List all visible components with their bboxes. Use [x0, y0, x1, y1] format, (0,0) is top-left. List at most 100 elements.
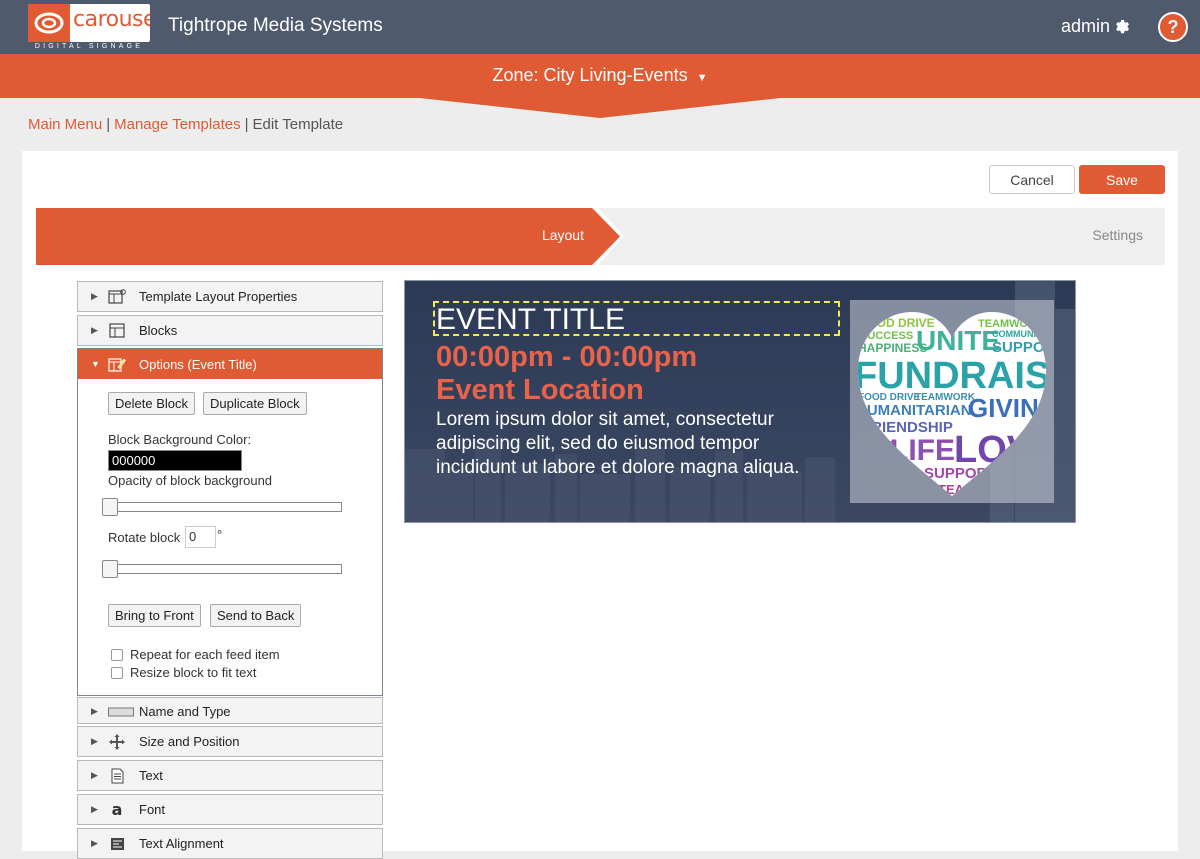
caret-down-icon: ▼ — [696, 72, 708, 84]
event-description-block[interactable]: Lorem ipsum dolor sit amet, consectetur … — [436, 408, 836, 480]
caret-right-icon: ▶ — [91, 736, 98, 746]
opacity-slider-thumb[interactable] — [102, 498, 118, 516]
breadcrumb-current: Edit Template — [252, 116, 344, 133]
rotate-slider[interactable] — [102, 560, 342, 578]
carousel-logo[interactable]: carousel DIGITAL SIGNAGE — [28, 4, 150, 52]
top-bar: carousel DIGITAL SIGNAGE Tightrope Media… — [0, 0, 1200, 54]
degree-symbol: ° — [217, 527, 223, 542]
heart-word-cloud-image[interactable]: GOOD DRIVE TEAMWORK SUCCESS UNITE COMMUN… — [850, 300, 1054, 503]
accordion-text[interactable]: ▶ Text — [77, 760, 383, 791]
opacity-slider[interactable] — [102, 498, 342, 516]
caret-right-icon: ▶ — [91, 838, 98, 848]
accordion-label: Blocks — [139, 323, 178, 338]
breadcrumb-main-menu[interactable]: Main Menu — [28, 116, 102, 133]
help-button[interactable]: ? — [1158, 12, 1188, 42]
repeat-label: Repeat for each feed item — [130, 647, 280, 662]
text-alignment-icon — [107, 835, 127, 853]
duplicate-block-button[interactable]: Duplicate Block — [203, 392, 307, 415]
rotate-slider-thumb[interactable] — [102, 560, 118, 578]
opacity-label: Opacity of block background — [108, 473, 273, 488]
accordion-font[interactable]: ▶ a Font — [77, 794, 383, 825]
edit-block-icon — [107, 355, 127, 373]
user-menu[interactable]: admin — [1061, 16, 1131, 37]
accordion-name-and-type[interactable]: ▶ Name and Type — [77, 697, 383, 724]
accordion-header[interactable]: ▶ a Font — [78, 795, 382, 824]
step-layout-label: Layout — [541, 227, 584, 243]
accordion-header[interactable]: ▶ Size and Position — [78, 727, 382, 756]
options-body: Delete Block Duplicate Block Block Backg… — [78, 379, 382, 695]
event-location-block[interactable]: Event Location — [436, 374, 644, 407]
word-cloud-word: GIVING — [968, 393, 1054, 423]
caret-right-icon: ▶ — [91, 291, 98, 301]
caret-right-icon: ▶ — [91, 804, 98, 814]
accordion-header[interactable]: ▶ Name and Type — [78, 698, 382, 725]
gear-icon — [1116, 19, 1130, 34]
bg-color-field[interactable]: 000000 — [108, 450, 242, 471]
breadcrumb-manage-templates[interactable]: Manage Templates — [114, 116, 240, 133]
accordion-options[interactable]: ▼ Options (Event Title) Delete Block Dup… — [77, 348, 383, 696]
caret-down-icon: ▼ — [91, 359, 100, 369]
word-cloud-word: HAPPINESS — [858, 341, 927, 355]
accordion-header[interactable]: ▶ Text Alignment — [78, 829, 382, 858]
company-name: Tightrope Media Systems — [168, 15, 383, 36]
breadcrumb: Main Menu | Manage Templates | Edit Template — [28, 116, 343, 133]
event-title-block[interactable]: EVENT TITLE — [436, 303, 625, 337]
repeat-checkbox[interactable]: Repeat for each feed item — [111, 647, 280, 662]
editor-panel: Cancel Save Layout Settings ▶ Template L… — [22, 151, 1178, 859]
word-cloud-word: COMMUNITY — [992, 329, 1048, 339]
logo-swirl-icon — [28, 4, 70, 42]
breadcrumb-separator: | — [106, 116, 111, 133]
accordion-label: Text Alignment — [139, 836, 224, 851]
word-cloud-word: SUPPORT — [924, 465, 997, 482]
checkbox-box[interactable] — [111, 648, 123, 661]
word-cloud-word: HUMANITARIAN — [856, 402, 972, 419]
bring-to-front-button[interactable]: Bring to Front — [108, 604, 201, 627]
template-preview-canvas[interactable]: EVENT TITLE 00:00pm - 00:00pm Event Loca… — [404, 280, 1076, 523]
resize-checkbox[interactable]: Resize block to fit text — [111, 665, 256, 680]
accordion-size-and-position[interactable]: ▶ Size and Position — [77, 726, 383, 757]
text-document-icon — [107, 767, 127, 785]
accordion-text-alignment[interactable]: ▶ Text Alignment — [77, 828, 383, 859]
breadcrumb-separator: | — [244, 116, 249, 133]
logo-wordmark: carousel — [73, 7, 150, 32]
zone-selector[interactable]: Zone: City Living-Events ▼ — [0, 65, 1200, 86]
word-cloud-word: LIFE — [890, 434, 955, 467]
logo-tagline: DIGITAL SIGNAGE — [34, 43, 144, 50]
accordion-header[interactable]: ▶ Template Layout Properties — [78, 282, 382, 311]
blocks-icon — [107, 322, 127, 340]
cancel-button[interactable]: Cancel — [989, 165, 1075, 194]
bg-color-label: Block Background Color: — [108, 432, 252, 447]
rotate-label: Rotate block — [108, 530, 181, 545]
send-to-back-button[interactable]: Send to Back — [210, 604, 302, 627]
font-icon: a — [111, 800, 123, 819]
accordion-label: Template Layout Properties — [139, 289, 298, 304]
accordion-label: Text — [139, 768, 163, 783]
accordion-header[interactable]: ▶ Blocks — [78, 316, 382, 345]
step-layout[interactable]: Layout — [36, 208, 620, 265]
name-field-icon — [107, 703, 135, 721]
checkbox-box[interactable] — [111, 666, 123, 679]
word-cloud-word: SUPPORT — [992, 339, 1054, 356]
template-properties-icon — [107, 288, 127, 306]
zone-band: Zone: City Living-Events ▼ — [0, 54, 1200, 120]
accordion-header[interactable]: ▼ Options (Event Title) — [78, 349, 382, 379]
word-cloud-word: FUNDRAISER — [854, 355, 1054, 397]
step-separator — [596, 208, 625, 265]
logo-box: carousel — [28, 4, 150, 42]
save-button[interactable]: Save — [1079, 165, 1165, 194]
caret-right-icon: ▶ — [91, 325, 98, 335]
rotate-input[interactable]: 0 — [185, 526, 216, 548]
accordion-label: Name and Type — [139, 704, 231, 719]
resize-label: Resize block to fit text — [130, 665, 257, 680]
accordion-template-layout-properties[interactable]: ▶ Template Layout Properties — [77, 281, 383, 312]
event-time-block[interactable]: 00:00pm - 00:00pm — [436, 341, 697, 374]
move-icon — [107, 733, 127, 751]
caret-right-icon: ▶ — [91, 706, 98, 716]
accordion-label: Options (Event Title) — [139, 356, 257, 372]
delete-block-button[interactable]: Delete Block — [108, 392, 195, 415]
accordion-blocks[interactable]: ▶ Blocks — [77, 315, 383, 346]
step-settings[interactable]: Settings — [1092, 227, 1143, 243]
accordion-label: Font — [139, 802, 166, 817]
caret-right-icon: ▶ — [91, 770, 98, 780]
accordion-header[interactable]: ▶ Text — [78, 761, 382, 790]
